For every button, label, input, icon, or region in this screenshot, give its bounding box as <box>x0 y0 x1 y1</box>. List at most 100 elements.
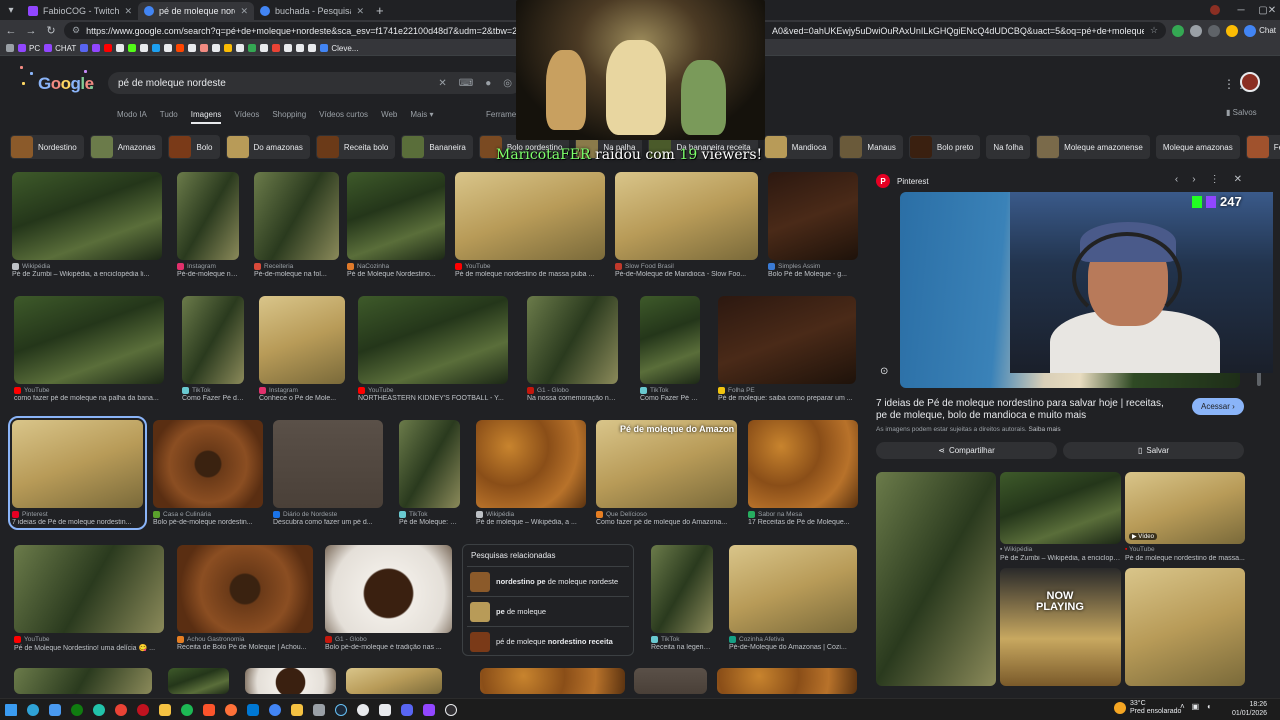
image-result[interactable] <box>480 668 625 694</box>
result-caption[interactable]: Receita na legend... <box>651 644 713 651</box>
avatar[interactable] <box>1240 72 1260 92</box>
mode-shopping[interactable]: Shopping <box>272 110 306 124</box>
chevron-right-icon[interactable]: › <box>1192 174 1195 185</box>
bookmark-icon[interactable] <box>80 44 89 52</box>
image-result[interactable] <box>634 668 707 694</box>
result-thumbnail[interactable] <box>480 668 625 694</box>
result-thumbnail[interactable] <box>718 296 856 384</box>
tab-twitch[interactable]: FabioCOG - Twitch ✕ <box>22 2 138 20</box>
download-icon[interactable] <box>1208 24 1221 37</box>
image-result[interactable]: Instagram Conhece o Pé de Mole... <box>259 296 345 402</box>
result-caption[interactable]: Bolo pé-de-moleque nordestin... <box>153 519 263 526</box>
edge-icon[interactable] <box>88 701 110 719</box>
bookmark-icon[interactable] <box>296 44 305 52</box>
result-thumbnail[interactable] <box>651 545 713 633</box>
discord-icon[interactable] <box>396 701 418 719</box>
related-image[interactable] <box>1000 568 1121 686</box>
related-image[interactable] <box>1000 472 1121 544</box>
volume-icon[interactable]: ◖ <box>1206 702 1211 711</box>
close-icon[interactable]: ✕ <box>240 6 248 17</box>
result-thumbnail[interactable] <box>177 545 313 633</box>
image-result[interactable]: Instagram Pé-de-moleque nor... <box>177 172 239 278</box>
xbox-icon[interactable] <box>66 701 88 719</box>
result-thumbnail[interactable] <box>168 668 229 694</box>
clear-icon[interactable]: ✕ <box>438 78 446 89</box>
tab-search-icon[interactable]: ▾ <box>0 0 22 20</box>
related-item[interactable]: nordestino pe de moleque nordeste <box>467 566 629 596</box>
site-info-icon[interactable]: ⚙ <box>72 25 80 36</box>
related-image[interactable]: ▶ Vídeo <box>1125 472 1245 544</box>
edge-icon[interactable] <box>22 701 44 719</box>
result-caption[interactable]: Pé-de-moleque nor... <box>177 271 239 278</box>
reload-icon[interactable]: ↻ <box>44 24 58 37</box>
image-result[interactable]: Sabor na Mesa 17 Receitas de Pé de Molequ… <box>748 420 858 526</box>
bookmark-icon[interactable] <box>308 44 317 52</box>
share-button[interactable]: ⋖ Compartilhar <box>876 442 1057 459</box>
bookmark-icon[interactable] <box>236 44 245 52</box>
preview-title[interactable]: 7 ideias de Pé de moleque nordestino par… <box>876 398 1176 422</box>
chat-button[interactable]: Chat <box>1244 24 1276 37</box>
related-item[interactable]: pe de moleque <box>467 596 629 626</box>
filter-chip[interactable]: Festa jun <box>1245 135 1280 159</box>
image-result[interactable]: Wikipédia Pé de moleque – Wikipédia, a ..… <box>476 420 586 526</box>
keyboard-icon[interactable]: ⌨ <box>459 78 473 89</box>
image-result[interactable]: Casa e Culinária Bolo pé-de-moleque norde… <box>153 420 263 526</box>
result-caption[interactable]: Pé de Zumbi – Wikipédia, a enciclopédia … <box>12 271 162 278</box>
filter-chip[interactable]: Moleque amazonas <box>1155 135 1240 159</box>
bookmark-cleve[interactable]: Cleve... <box>320 44 358 53</box>
result-thumbnail[interactable] <box>527 296 618 384</box>
mode-short-videos[interactable]: Vídeos curtos <box>319 110 368 124</box>
image-result[interactable]: Slow Food Brasil Pé-de-Moleque de Mandioc… <box>615 172 758 278</box>
filter-chip[interactable]: Bananeira <box>401 135 473 159</box>
xbox-icon[interactable] <box>352 701 374 719</box>
result-thumbnail[interactable]: Pé de moleque do Amazon <box>596 420 737 508</box>
result-thumbnail[interactable] <box>259 296 345 384</box>
result-caption[interactable]: como fazer pé de moleque na palha da ban… <box>14 395 164 402</box>
bookmark-icon[interactable] <box>260 44 269 52</box>
result-thumbnail[interactable] <box>325 545 452 633</box>
panel-source[interactable]: P Pinterest <box>876 174 929 188</box>
result-thumbnail[interactable] <box>254 172 339 260</box>
folder-icon[interactable] <box>154 701 176 719</box>
star-icon[interactable]: ☆ <box>1150 25 1158 36</box>
lens-icon[interactable]: ⊙ <box>880 366 888 377</box>
bookmark-chat[interactable]: CHAT <box>44 44 76 53</box>
image-result[interactable] <box>168 668 229 694</box>
bookmark-icon[interactable] <box>188 44 197 52</box>
result-caption[interactable]: Pé de moleque – Wikipédia, a ... <box>476 519 586 526</box>
result-caption[interactable]: Bolo pé-de-moleque é tradição nas ... <box>325 644 452 651</box>
result-thumbnail[interactable] <box>347 172 445 260</box>
learn-more-link[interactable]: Saiba mais <box>1028 426 1060 433</box>
result-thumbnail[interactable] <box>245 668 336 694</box>
bookmark-icon[interactable] <box>200 44 209 52</box>
result-thumbnail[interactable] <box>634 668 707 694</box>
image-result[interactable]: G1 - Globo Na nossa comemoração nã... <box>527 296 618 402</box>
image-result[interactable] <box>346 668 442 694</box>
bookmark-icon[interactable] <box>224 44 233 52</box>
result-caption[interactable]: Pé de Moleque: R... <box>399 519 460 526</box>
bookmark-icon[interactable] <box>92 44 101 52</box>
result-thumbnail[interactable] <box>399 420 460 508</box>
image-result[interactable]: Pé de moleque do Amazon Que Delícioso Como… <box>596 420 737 526</box>
network-icon[interactable]: ▣ <box>1192 702 1200 711</box>
image-result[interactable]: G1 - Globo Bolo pé-de-moleque é tradição … <box>325 545 452 651</box>
chevron-left-icon[interactable]: ‹ <box>1175 174 1178 185</box>
mode-all[interactable]: Tudo <box>160 110 178 124</box>
related-item[interactable]: pé de moleque nordestino receita <box>467 626 629 656</box>
result-thumbnail[interactable] <box>153 420 263 508</box>
filter-chip[interactable]: Manaus <box>839 135 903 159</box>
bookmark-icon[interactable] <box>248 44 257 52</box>
bookmark-icon[interactable] <box>164 44 173 52</box>
image-result[interactable]: YouTube Pé de moleque nordestino de massa… <box>455 172 605 278</box>
chrome-icon[interactable] <box>110 701 132 719</box>
bookmark-pc[interactable]: PC <box>18 44 40 53</box>
result-caption[interactable]: Como fazer pé de moleque do Amazona... <box>596 519 737 526</box>
result-caption[interactable]: Como Fazer Pé de... <box>182 395 244 402</box>
result-caption[interactable]: NORTHEASTERN KIDNEY'S FOOTBALL - Y... <box>358 395 508 402</box>
filter-chip[interactable]: Receita bolo <box>315 135 396 159</box>
result-thumbnail[interactable] <box>182 296 244 384</box>
spotify-icon[interactable] <box>176 701 198 719</box>
mode-more[interactable]: Mais ▾ <box>410 110 433 124</box>
google-logo[interactable]: Google <box>38 74 94 94</box>
result-thumbnail[interactable] <box>177 172 239 260</box>
